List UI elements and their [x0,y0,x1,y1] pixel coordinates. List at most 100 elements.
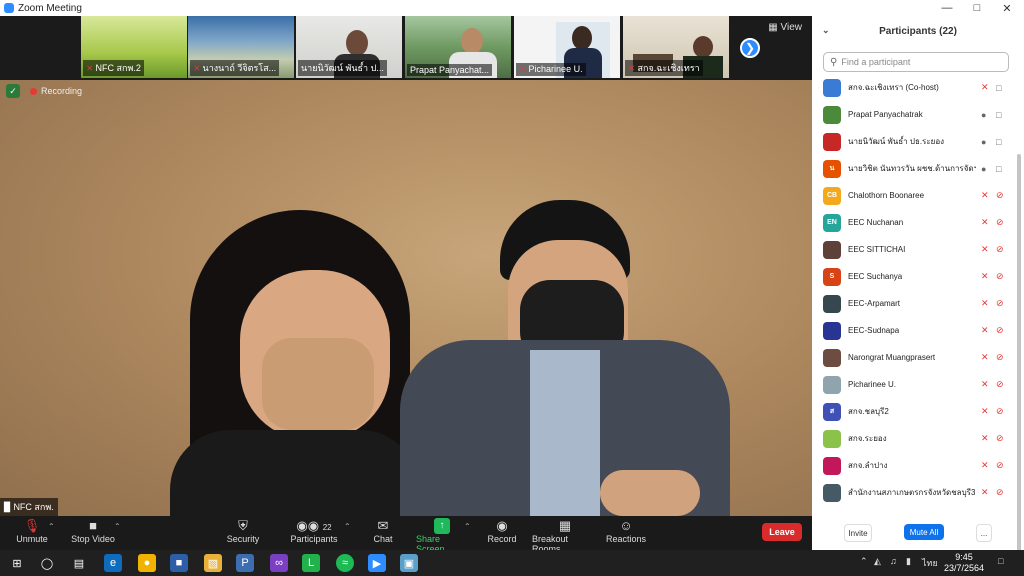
video-thumbnail[interactable]: Prapat Panyachat... [405,16,511,78]
mic-muted-icon[interactable]: ✕ [981,244,989,255]
stop-video-button[interactable]: ■ Stop Video [70,518,116,544]
participant-row[interactable]: S EEC Suchanya ✕ ⊘ [812,263,1016,290]
mic-muted-icon[interactable]: ✕ [981,298,989,309]
participants-options-chevron-icon[interactable]: ⌃ [344,522,351,531]
participant-row[interactable]: Narongrat Muangprasert ✕ ⊘ [812,344,1016,371]
video-off-icon[interactable]: ⊘ [996,406,1004,417]
mic-icon[interactable]: ● [981,164,986,174]
mute-all-button[interactable]: Mute All [904,524,944,540]
input-language[interactable]: ไทย [922,556,938,570]
mic-muted-icon[interactable]: ✕ [981,433,989,444]
search-icon[interactable]: ◯ [38,554,56,572]
python-icon[interactable]: P [236,554,254,572]
participant-row[interactable]: สำนักงานสภาเกษตรกรจังหวัดชลบุรี3 ✕ ⊘ [812,479,1016,506]
video-off-icon[interactable]: ⊘ [996,217,1004,228]
leave-button[interactable]: Leave [762,523,802,541]
security-button[interactable]: ⛨ Security [224,518,262,544]
mic-muted-icon[interactable]: ✕ [981,352,989,363]
participant-row[interactable]: Prapat Panyachatrak ● □ [812,101,1016,128]
video-off-icon[interactable]: ⊘ [996,487,1004,498]
mic-muted-icon[interactable]: ✕ [981,82,989,93]
participant-row[interactable]: สกจ.ฉะเชิงเทรา (Co-host) ✕ □ [812,74,1016,101]
notifications-icon[interactable]: □ [998,556,1003,566]
video-off-icon[interactable]: ⊘ [996,352,1004,363]
mic-muted-icon[interactable]: ✕ [981,190,989,201]
participant-search-input[interactable]: ⚲ Find a participant [823,52,1009,72]
record-button[interactable]: ◉ Record [486,518,518,544]
volume-icon[interactable]: ♫ [890,556,897,566]
video-camera-icon[interactable]: □ [996,164,1001,174]
participant-row[interactable]: นายนิวัฒน์ พันธ์ำ ปธ.ระยอง ● □ [812,128,1016,155]
mic-muted-icon[interactable]: ✕ [981,406,989,417]
scrollbar-thumb[interactable] [1017,154,1021,554]
app-icon[interactable]: ■ [170,554,188,572]
video-off-icon[interactable]: ⊘ [996,244,1004,255]
participant-row[interactable]: ส สกจ.ชลบุรี2 ✕ ⊘ [812,398,1016,425]
mic-muted-icon[interactable]: ✕ [981,487,989,498]
mic-muted-icon[interactable]: ✕ [981,325,989,336]
network-icon[interactable]: ◭ [874,556,881,567]
minimize-button[interactable]: — [932,0,962,16]
mic-muted-icon[interactable]: ✕ [981,460,989,471]
video-camera-icon[interactable]: □ [996,110,1001,120]
visual-studio-icon[interactable]: ∞ [270,554,288,572]
participant-list-scrollbar[interactable] [1016,74,1022,554]
task-view-icon[interactable]: ▤ [70,554,88,572]
chat-button[interactable]: ✉ Chat [370,518,396,544]
edge-browser-icon[interactable]: e [104,554,122,572]
video-camera-icon[interactable]: □ [996,83,1001,93]
share-options-chevron-icon[interactable]: ⌃ [464,522,471,531]
spotify-icon[interactable]: ≈ [336,554,354,572]
video-camera-icon[interactable]: □ [996,137,1001,147]
app-icon[interactable]: ▣ [400,554,418,572]
participant-row[interactable]: EEC SITTICHAI ✕ ⊘ [812,236,1016,263]
more-options-button[interactable]: ... [976,524,992,542]
video-thumbnail[interactable]: ⨯ นางนาถ์ วีจิตรโส... [188,16,294,78]
battery-icon[interactable]: ▮ [906,556,911,567]
file-explorer-icon[interactable]: ▧ [204,554,222,572]
system-clock[interactable]: 9:45 23/7/2564 [942,552,986,574]
collapse-chevron-icon[interactable]: ⌄ [822,25,830,36]
video-thumbnail[interactable]: นายนิวัฒน์ พันธ์ำ ป... [296,16,402,78]
breakout-rooms-button[interactable]: ▦ Breakout Rooms [532,518,598,554]
tray-chevron-icon[interactable]: ⌃ [860,556,868,567]
video-off-icon[interactable]: ⊘ [996,190,1004,201]
main-video[interactable]: ✓ Recording ▉ NFC สกพ. [0,80,812,516]
chrome-browser-icon[interactable]: ● [138,554,156,572]
video-thumbnail[interactable]: ⨯ สกจ.ฉะเชิงเทรา [623,16,729,78]
participant-row[interactable]: สกจ.ระยอง ✕ ⊘ [812,425,1016,452]
next-page-button[interactable]: ❯ [740,38,760,58]
invite-button[interactable]: Invite [844,524,872,542]
participants-button[interactable]: ◉◉ 22 Participants [290,518,338,544]
video-options-chevron-icon[interactable]: ⌃ [114,522,121,531]
video-off-icon[interactable]: ⊘ [996,433,1004,444]
audio-options-chevron-icon[interactable]: ⌃ [48,522,55,531]
video-off-icon[interactable]: ⊘ [996,460,1004,471]
line-app-icon[interactable]: L [302,554,320,572]
video-off-icon[interactable]: ⊘ [996,271,1004,282]
mic-icon[interactable]: ● [981,137,986,147]
participant-row[interactable]: EEC-Sudnapa ✕ ⊘ [812,317,1016,344]
zoom-taskbar-icon[interactable]: ▶ [368,554,386,572]
share-screen-button[interactable]: ↑ Share Screen [416,518,468,554]
video-off-icon[interactable]: ⊘ [996,379,1004,390]
video-thumbnail[interactable]: ⨯ Picharinee U. [514,16,620,78]
view-button[interactable]: ▦ View [768,22,802,33]
participant-row[interactable]: EN EEC Nuchanan ✕ ⊘ [812,209,1016,236]
video-off-icon[interactable]: ⊘ [996,325,1004,336]
mic-muted-icon[interactable]: ✕ [981,379,989,390]
close-button[interactable]: ✕ [992,0,1022,16]
reactions-button[interactable]: ☺ Reactions [606,518,646,544]
unmute-button[interactable]: 🎙 Unmute [14,518,50,544]
mic-muted-icon[interactable]: ✕ [981,217,989,228]
participant-row[interactable]: EEC-Arpamart ✕ ⊘ [812,290,1016,317]
participant-row[interactable]: Picharinee U. ✕ ⊘ [812,371,1016,398]
video-off-icon[interactable]: ⊘ [996,298,1004,309]
mic-muted-icon[interactable]: ✕ [981,271,989,282]
mic-icon[interactable]: ● [981,110,986,120]
maximize-button[interactable]: □ [962,0,992,16]
participant-row[interactable]: สกจ.ลำปาง ✕ ⊘ [812,452,1016,479]
windows-start-icon[interactable]: ⊞ [8,554,26,572]
participant-row[interactable]: CB Chalothorn Boonaree ✕ ⊘ [812,182,1016,209]
video-thumbnail[interactable]: ⨯ NFC สกพ.2 [81,16,187,78]
